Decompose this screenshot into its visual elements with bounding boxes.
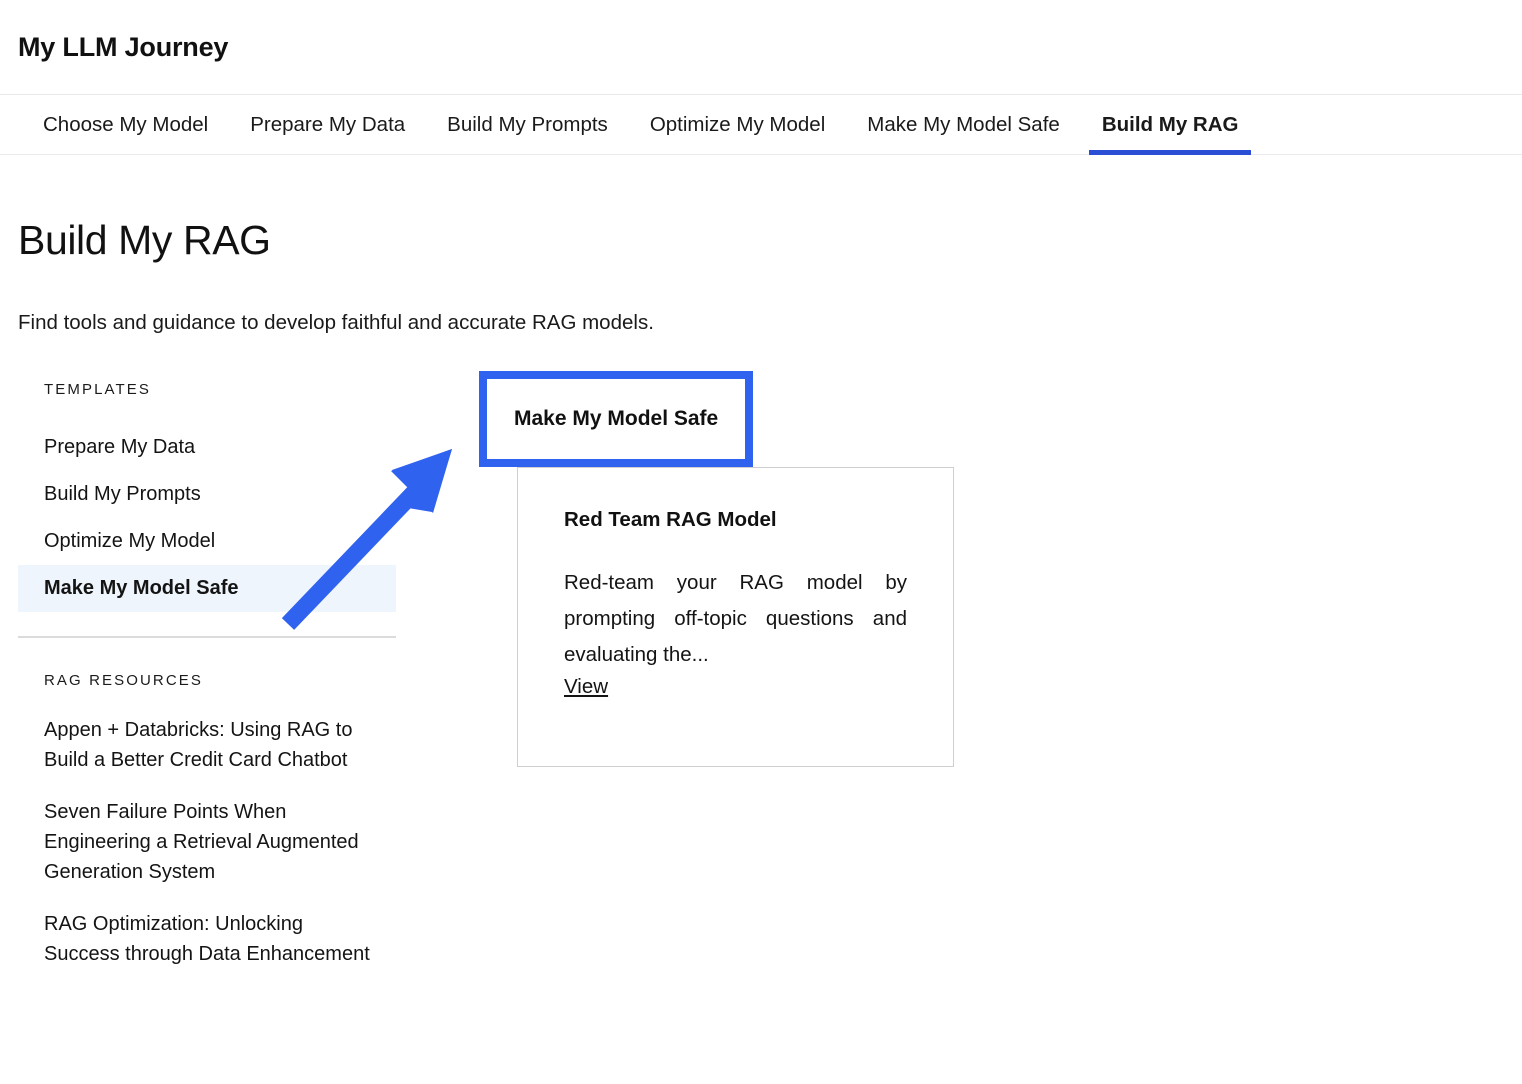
- card-description: Red-team your RAG model by prompting off…: [564, 571, 907, 666]
- resource-link-appen-databricks[interactable]: Appen + Databricks: Using RAG to Build a…: [18, 715, 396, 775]
- template-group-column: Make My Model Safe Red Team RAG Model Re…: [472, 371, 954, 767]
- page-title: Build My RAG: [18, 217, 271, 263]
- page-subtitle: Find tools and guidance to develop faith…: [18, 311, 654, 334]
- sidebar-section-rag-resources-label: RAG RESOURCES: [44, 672, 203, 689]
- tab-build-my-prompts[interactable]: Build My Prompts: [426, 95, 629, 154]
- resource-link-seven-failure-points[interactable]: Seven Failure Points When Engineering a …: [18, 797, 396, 887]
- resource-link-rag-optimization[interactable]: RAG Optimization: Unlocking Success thro…: [18, 909, 396, 969]
- tab-choose-my-model[interactable]: Choose My Model: [22, 95, 229, 154]
- tab-prepare-my-data[interactable]: Prepare My Data: [229, 95, 426, 154]
- card-view-link[interactable]: View: [564, 675, 608, 699]
- template-card-red-team-rag-model[interactable]: Red Team RAG Model Red-team your RAG mod…: [517, 467, 954, 767]
- sidebar-divider: [18, 636, 396, 638]
- sidebar-item-make-my-model-safe[interactable]: Make My Model Safe: [18, 565, 396, 612]
- group-heading-make-my-model-safe: Make My Model Safe: [514, 407, 719, 430]
- sidebar-item-prepare-my-data[interactable]: Prepare My Data: [18, 424, 396, 471]
- app-header: My LLM Journey: [0, 0, 1522, 95]
- sidebar-item-optimize-my-model[interactable]: Optimize My Model: [18, 518, 396, 565]
- card-title: Red Team RAG Model: [564, 508, 777, 531]
- group-heading-wrapper: Make My Model Safe: [479, 371, 754, 467]
- sidebar-item-build-my-prompts[interactable]: Build My Prompts: [18, 471, 396, 518]
- tab-make-my-model-safe[interactable]: Make My Model Safe: [846, 95, 1081, 154]
- app-title: My LLM Journey: [18, 31, 229, 62]
- tab-optimize-my-model[interactable]: Optimize My Model: [629, 95, 846, 154]
- tab-build-my-rag[interactable]: Build My RAG: [1081, 95, 1260, 155]
- sidebar: TEMPLATES Prepare My Data Build My Promp…: [18, 381, 396, 991]
- main-tab-bar: Choose My Model Prepare My Data Build My…: [0, 95, 1522, 155]
- page-content: TEMPLATES Prepare My Data Build My Promp…: [18, 371, 1504, 991]
- page-body: Build My RAG Find tools and guidance to …: [0, 217, 1522, 991]
- sidebar-section-templates-label: TEMPLATES: [44, 381, 151, 398]
